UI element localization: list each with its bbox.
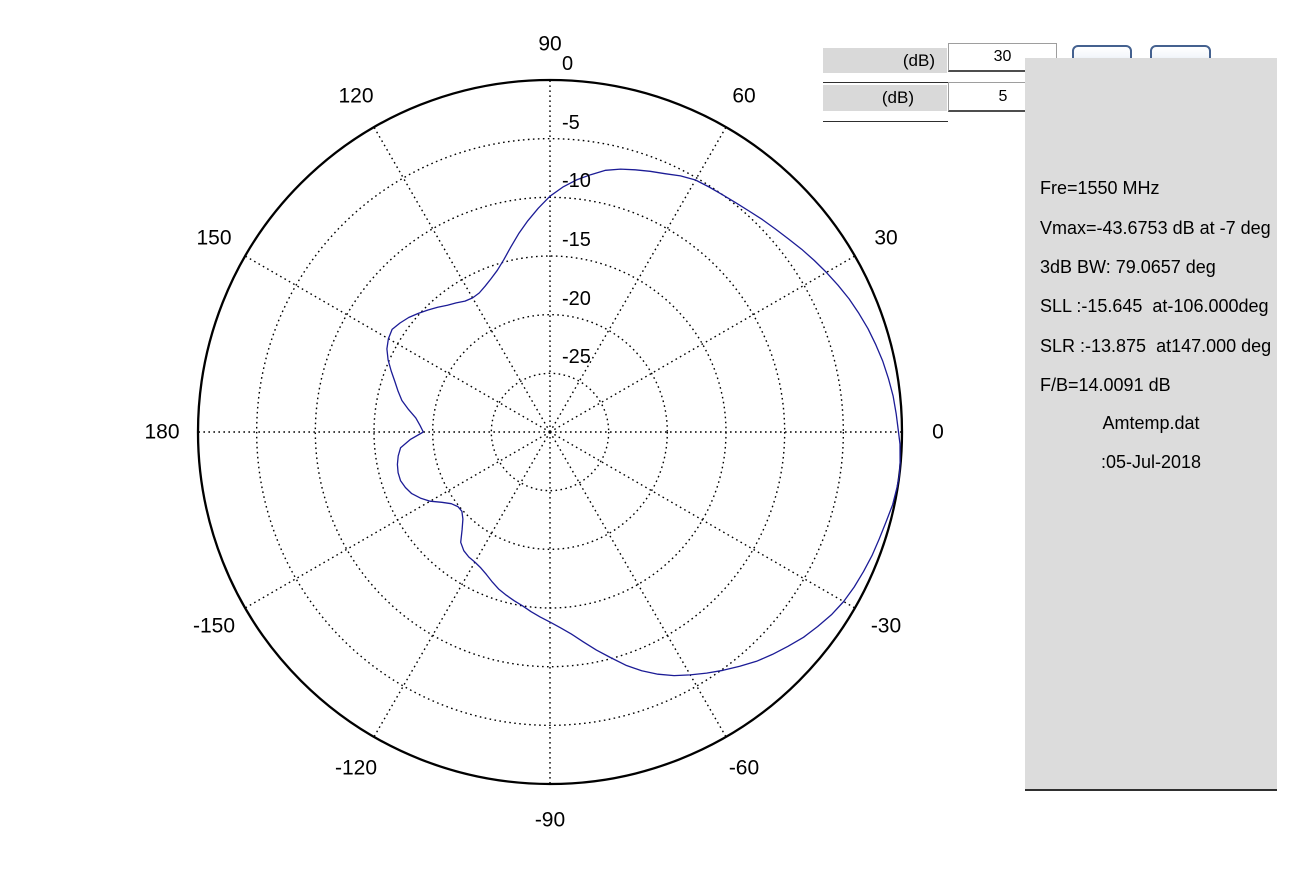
- radial-tick-label: -15: [562, 229, 591, 251]
- grid-spoke: [549, 255, 856, 433]
- result-slr: SLR :-13.875 at147.000 deg: [1040, 336, 1272, 356]
- result-sll: SLL :-15.645 at-106.000deg: [1040, 296, 1269, 316]
- range-label-underline: [823, 82, 948, 83]
- result-front-to-back: F/B=14.0091 dB: [1040, 375, 1171, 395]
- angle-tick-label: -120: [335, 757, 377, 780]
- result-frequency: Fre=1550 MHz: [1040, 178, 1160, 198]
- step-db-label: (dB): [823, 85, 947, 111]
- data-file-name: Amtemp.dat: [1102, 413, 1200, 433]
- angle-tick-label: 180: [144, 421, 179, 444]
- angle-tick-label: 0: [932, 421, 944, 444]
- radiation-pattern-curve: [386, 168, 901, 677]
- angle-tick-label: 30: [874, 227, 897, 250]
- grid-spoke: [373, 431, 551, 738]
- angle-tick-label: -30: [871, 615, 901, 638]
- grid-spoke: [244, 255, 551, 433]
- range-db-label: (dB): [823, 48, 947, 73]
- radial-tick-label: 0: [562, 53, 573, 75]
- radial-tick-label: -10: [562, 170, 591, 192]
- radial-tick-label: -25: [562, 346, 591, 368]
- radial-tick-label: -20: [562, 288, 591, 310]
- grid-spoke: [549, 431, 856, 609]
- app-window: 0 30 60 90 120 150 180 -150 -120 -90 -60 -30 0 -5 -10 -…: [0, 0, 1312, 885]
- angle-tick-label: -60: [729, 757, 759, 780]
- step-label-underline: [823, 121, 948, 122]
- result-vmax: Vmax=-43.6753 dB at -7 deg: [1040, 218, 1271, 238]
- result-beamwidth: 3dB BW: 79.0657 deg: [1040, 257, 1216, 277]
- grid-spoke: [549, 431, 727, 738]
- data-file-date: :05-Jul-2018: [1100, 452, 1202, 472]
- angle-tick-label: 60: [732, 85, 755, 108]
- angle-tick-label: 120: [338, 85, 373, 108]
- radial-tick-label: -5: [562, 112, 580, 134]
- angle-tick-label: -150: [193, 615, 235, 638]
- angle-tick-label: 150: [196, 227, 231, 250]
- angle-tick-label: 90: [538, 33, 561, 56]
- angle-tick-label: -90: [535, 809, 565, 832]
- results-panel: Fre=1550 MHz Vmax=-43.6753 dB at -7 deg …: [1025, 58, 1277, 791]
- grid-spoke: [373, 126, 551, 433]
